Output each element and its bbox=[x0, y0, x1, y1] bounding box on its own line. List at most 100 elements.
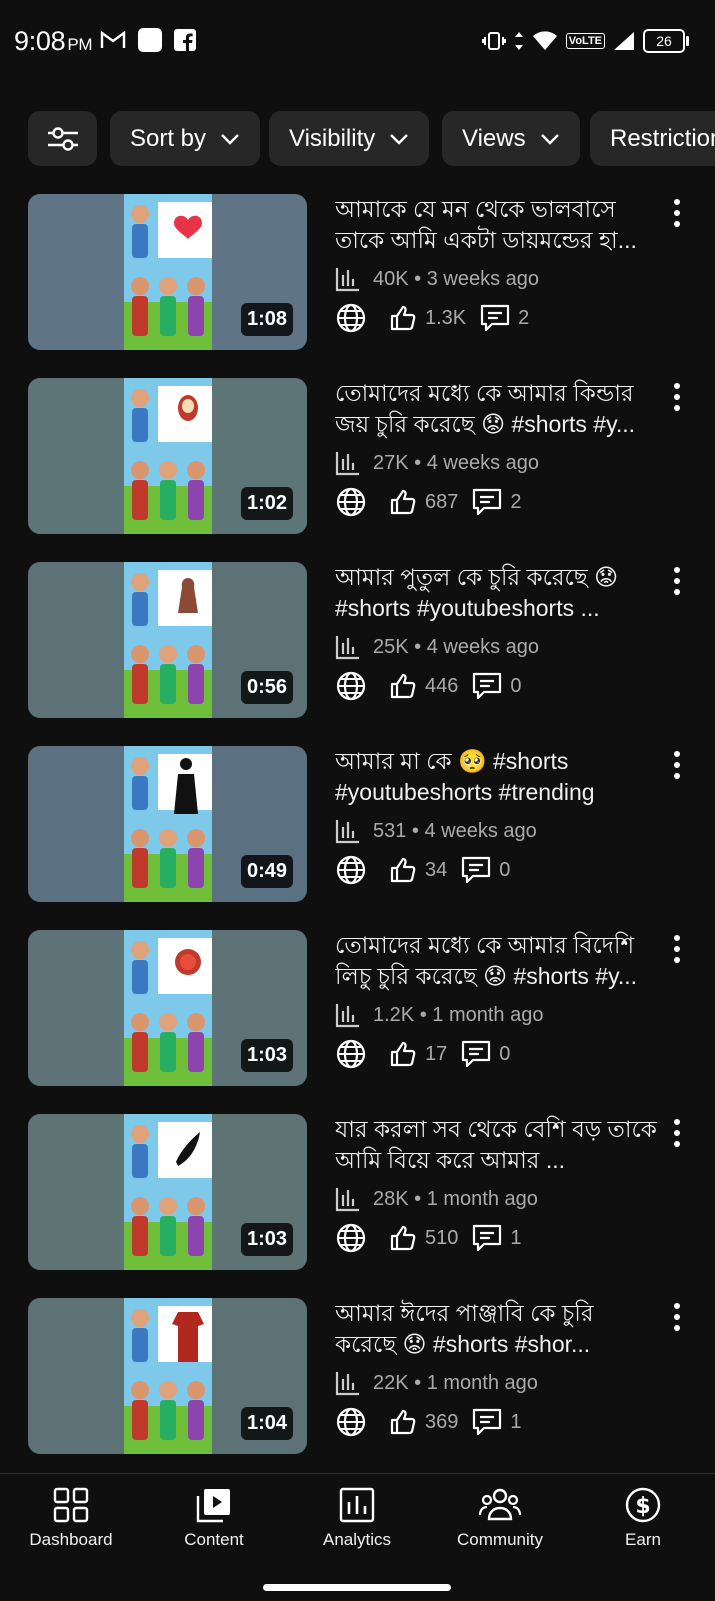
upload-age: 4 weeks ago bbox=[424, 819, 537, 842]
video-thumbnail[interactable]: 0:49 bbox=[28, 746, 307, 902]
comment-icon bbox=[473, 1224, 502, 1252]
video-title[interactable]: আমাকে যে মন থেকে ভালবাসে তাকে আমি একটা ড… bbox=[335, 194, 661, 256]
home-indicator[interactable] bbox=[263, 1584, 451, 1591]
more-options-icon[interactable] bbox=[670, 750, 684, 780]
facebook-icon bbox=[174, 29, 196, 51]
upload-age: 1 month ago bbox=[426, 1371, 538, 1394]
video-thumbnail[interactable]: 1:08 bbox=[28, 194, 307, 350]
thumbnail-art bbox=[124, 562, 212, 718]
comment-icon bbox=[473, 1408, 502, 1436]
nav-content[interactable]: Content bbox=[149, 1486, 279, 1550]
thumbnail-art bbox=[124, 1114, 212, 1270]
video-stats: 687 2 bbox=[335, 486, 536, 518]
video-stats: 34 0 bbox=[335, 854, 524, 886]
thumbs-up-icon bbox=[390, 673, 416, 699]
video-thumbnail[interactable]: 1:02 bbox=[28, 378, 307, 534]
thumbs-up-icon bbox=[390, 1225, 416, 1251]
video-row[interactable]: 1:08 আমাকে যে মন থেকে ভালবাসে তাকে আমি এ… bbox=[28, 194, 708, 350]
more-options-icon[interactable] bbox=[670, 566, 684, 596]
chevron-down-icon bbox=[540, 133, 559, 145]
volte-badge: VoLTE bbox=[565, 33, 605, 49]
like-count: 510 bbox=[425, 1226, 459, 1249]
thumbs-up-icon bbox=[390, 489, 416, 515]
dashboard-icon bbox=[53, 1487, 89, 1523]
comment-count: 0 bbox=[499, 1042, 511, 1065]
globe-icon bbox=[336, 303, 366, 333]
globe-icon bbox=[336, 487, 366, 517]
comment-icon bbox=[473, 672, 502, 700]
thumbs-up-icon bbox=[390, 1409, 416, 1435]
video-thumbnail[interactable]: 1:03 bbox=[28, 1114, 307, 1270]
video-row[interactable]: 1:04 আমার ঈদের পাঞ্জাবি কে চুরি করেছে 😟 … bbox=[28, 1298, 708, 1454]
upload-age: 1 month ago bbox=[426, 1187, 538, 1210]
filter-settings-button[interactable] bbox=[28, 111, 97, 166]
upload-age: 4 weeks ago bbox=[426, 451, 540, 474]
analytics-bars-icon bbox=[335, 636, 359, 660]
nav-earn[interactable]: $ Earn bbox=[578, 1486, 708, 1550]
video-duration: 1:03 bbox=[240, 1223, 293, 1256]
video-meta: 1.2K • 1 month ago bbox=[335, 1002, 543, 1028]
video-stats: 510 1 bbox=[335, 1222, 536, 1254]
video-meta: 25K • 4 weeks ago bbox=[335, 634, 539, 660]
upload-age: 1 month ago bbox=[432, 1003, 544, 1026]
video-thumbnail[interactable]: 1:04 bbox=[28, 1298, 307, 1454]
video-row[interactable]: 1:02 তোমাদের মধ্যে কে আমার কিন্ডার জয় চ… bbox=[28, 378, 708, 534]
more-options-icon[interactable] bbox=[670, 382, 684, 412]
sort-by-chip[interactable]: Sort by bbox=[110, 111, 261, 166]
video-title[interactable]: আমার পুতুল কে চুরি করেছে 😟 #shorts #yout… bbox=[335, 562, 661, 624]
more-options-icon[interactable] bbox=[670, 1118, 684, 1148]
analytics-bars-icon bbox=[335, 1188, 359, 1212]
video-thumbnail[interactable]: 0:56 bbox=[28, 562, 307, 718]
video-meta: 531 • 4 weeks ago bbox=[335, 818, 537, 844]
video-title[interactable]: তোমাদের মধ্যে কে আমার বিদেশি লিচু চুরি ক… bbox=[335, 930, 661, 992]
thumbs-up-icon bbox=[390, 305, 416, 331]
video-row[interactable]: 1:03 যার করলা সব থেকে বেশি বড় তাকে আমি … bbox=[28, 1114, 708, 1270]
views-chip[interactable]: Views bbox=[442, 111, 580, 166]
video-stats: 1.3K 2 bbox=[335, 302, 543, 334]
nav-community[interactable]: Community bbox=[435, 1486, 565, 1550]
video-title[interactable]: আমার ঈদের পাঞ্জাবি কে চুরি করেছে 😟 #shor… bbox=[335, 1298, 661, 1360]
earn-icon: $ bbox=[625, 1487, 661, 1523]
video-row[interactable]: 0:49 আমার মা কে 🥺 #shorts #youtubeshorts… bbox=[28, 746, 708, 902]
view-count: 25K bbox=[373, 635, 409, 658]
globe-icon bbox=[336, 1039, 366, 1069]
video-row[interactable]: 0:56 আমার পুতুল কে চুরি করেছে 😟 #shorts … bbox=[28, 562, 708, 718]
visibility-chip[interactable]: Visibility bbox=[269, 111, 430, 166]
nav-analytics[interactable]: Analytics bbox=[292, 1486, 422, 1550]
thumbnail-art bbox=[124, 378, 212, 534]
video-meta: 27K • 4 weeks ago bbox=[335, 450, 539, 476]
analytics-bars-icon bbox=[335, 820, 359, 844]
globe-icon bbox=[336, 1407, 366, 1437]
globe-icon bbox=[336, 671, 366, 701]
status-bar: 9:08 PM VoLTE 26 bbox=[0, 0, 715, 84]
video-row[interactable]: 1:03 তোমাদের মধ্যে কে আমার বিদেশি লিচু চ… bbox=[28, 930, 708, 1086]
video-thumbnail[interactable]: 1:03 bbox=[28, 930, 307, 1086]
video-stats: 446 0 bbox=[335, 670, 536, 702]
nav-dashboard[interactable]: Dashboard bbox=[6, 1486, 136, 1550]
view-count: 531 bbox=[373, 819, 407, 842]
restrictions-chip[interactable]: Restrictions bbox=[590, 111, 715, 166]
video-duration: 1:03 bbox=[240, 1039, 293, 1072]
analytics-bars-icon bbox=[335, 1372, 359, 1396]
comment-count: 2 bbox=[518, 306, 530, 329]
thumbs-up-icon bbox=[390, 1041, 416, 1067]
gmail-icon bbox=[100, 30, 126, 48]
analytics-icon bbox=[339, 1487, 375, 1523]
video-title[interactable]: যার করলা সব থেকে বেশি বড় তাকে আমি বিয়ে… bbox=[335, 1114, 661, 1176]
video-title[interactable]: তোমাদের মধ্যে কে আমার কিন্ডার জয় চুরি ক… bbox=[335, 378, 661, 440]
upload-age: 4 weeks ago bbox=[426, 635, 540, 658]
like-count: 17 bbox=[425, 1042, 448, 1065]
analytics-bars-icon bbox=[335, 268, 359, 292]
more-options-icon[interactable] bbox=[670, 1302, 684, 1332]
globe-icon bbox=[336, 855, 366, 885]
like-count: 34 bbox=[425, 858, 448, 881]
comment-count: 1 bbox=[510, 1226, 522, 1249]
thumbnail-art bbox=[124, 194, 212, 350]
video-duration: 0:56 bbox=[240, 671, 293, 704]
wifi-icon bbox=[532, 31, 557, 50]
video-title[interactable]: আমার মা কে 🥺 #shorts #youtubeshorts #tre… bbox=[335, 746, 661, 808]
thumbnail-art bbox=[124, 1298, 212, 1454]
view-count: 27K bbox=[373, 451, 409, 474]
more-options-icon[interactable] bbox=[670, 934, 684, 964]
more-options-icon[interactable] bbox=[670, 198, 684, 228]
